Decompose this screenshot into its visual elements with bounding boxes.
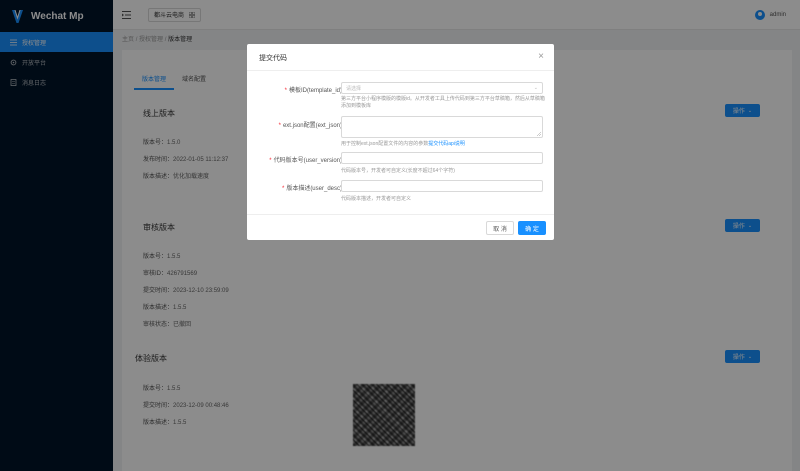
cancel-button[interactable]: 取 消 <box>486 221 514 235</box>
select-placeholder: 请选择 <box>346 85 362 92</box>
dialog-title: 提交代码 <box>259 55 287 62</box>
label-text: ext.json配置(ext_json) <box>282 123 342 129</box>
user-version-input[interactable] <box>341 152 543 164</box>
user-desc-input[interactable] <box>341 180 543 192</box>
template-id-select[interactable]: 请选择 ⌄ <box>341 82 543 94</box>
template-id-label: * 模板ID(template_id) <box>284 88 342 94</box>
user-version-help: 代码版本号，开发者可自定义(长度不超过64个字符) <box>341 168 455 174</box>
ext-json-help: 用于控制ext.json配置文件的内容的参数提交代码api说明 <box>341 141 545 148</box>
dialog-header-divider <box>247 70 554 71</box>
ext-json-textarea[interactable] <box>341 116 543 138</box>
user-desc-help: 代码版本描述，开发者可自定义 <box>341 196 412 202</box>
user-desc-label: * 版本描述(user_desc) <box>281 186 342 192</box>
chevron-down-icon: ⌄ <box>533 85 538 91</box>
user-version-label: * 代码版本号(user_version) <box>269 158 342 164</box>
help-text: 用于控制ext.json配置文件的内容的参数 <box>341 141 429 147</box>
label-text: 代码版本号(user_version) <box>273 158 342 164</box>
close-icon[interactable]: × <box>538 51 544 62</box>
submit-code-dialog: 提交代码 × * 模板ID(template_id) 请选择 ⌄ 第三方平台小程序… <box>247 44 554 240</box>
label-text: 版本描述(user_desc) <box>286 186 342 192</box>
dialog-footer-divider <box>247 214 554 215</box>
template-id-help: 第三方平台小程序模版的模版id。从开发者工具上传代码到第三方平台草稿箱，然后从草… <box>341 96 545 109</box>
confirm-button[interactable]: 确 定 <box>518 221 546 235</box>
resize-handle-icon[interactable] <box>536 131 541 136</box>
ext-json-label: * ext.json配置(ext_json) <box>278 123 342 129</box>
label-text: 模板ID(template_id) <box>288 88 342 94</box>
api-doc-link[interactable]: 提交代码api说明 <box>428 141 465 147</box>
